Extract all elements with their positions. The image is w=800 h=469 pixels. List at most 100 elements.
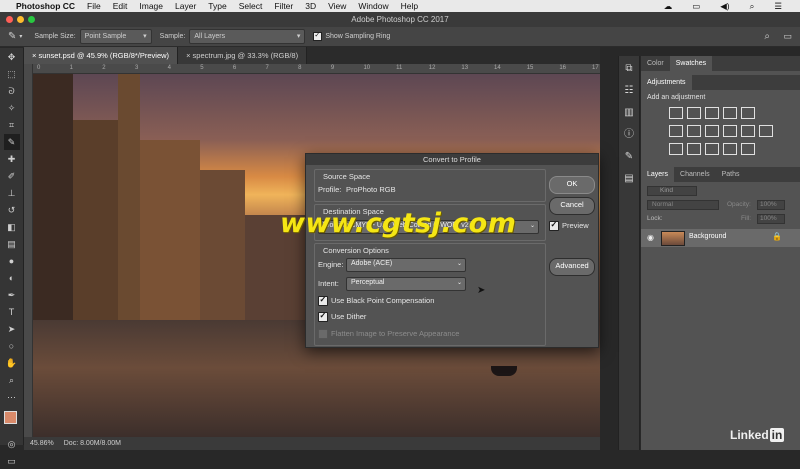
- clone-stamp-icon[interactable]: ⊥: [4, 185, 20, 201]
- tab-color[interactable]: Color: [641, 56, 670, 71]
- color-balance-icon[interactable]: [687, 125, 701, 137]
- channel-mixer-icon[interactable]: [741, 125, 755, 137]
- path-select-icon[interactable]: ➤: [4, 321, 20, 337]
- exposure-adjustment-icon[interactable]: [723, 107, 737, 119]
- menu-file[interactable]: File: [87, 1, 101, 11]
- eyedropper-icon[interactable]: ✎: [8, 31, 16, 42]
- status-bar: 45.86% Doc: 8.00M/8.00M: [24, 437, 600, 450]
- info-panel-icon[interactable]: ⓘ: [622, 128, 636, 142]
- color-lookup-icon[interactable]: [759, 125, 773, 137]
- menu-3d[interactable]: 3D: [305, 1, 316, 11]
- cancel-button[interactable]: Cancel: [549, 197, 595, 215]
- hue-saturation-icon[interactable]: [669, 125, 683, 137]
- spotlight-icon[interactable]: ⌕: [750, 1, 755, 12]
- dodge-tool-icon[interactable]: ◐: [4, 270, 20, 286]
- history-panel-icon[interactable]: ⧉: [622, 62, 636, 76]
- black-white-icon[interactable]: [705, 125, 719, 137]
- healing-brush-icon[interactable]: ✚: [4, 151, 20, 167]
- menu-type[interactable]: Type: [208, 1, 226, 11]
- advanced-button[interactable]: Advanced: [549, 258, 595, 276]
- opacity-input[interactable]: 100%: [757, 200, 785, 210]
- menu-edit[interactable]: Edit: [113, 1, 128, 11]
- tab-paths[interactable]: Paths: [716, 167, 746, 182]
- levels-adjustment-icon[interactable]: [687, 107, 701, 119]
- menu-list-icon[interactable]: ☰: [774, 1, 782, 12]
- ok-button[interactable]: OK: [549, 176, 595, 194]
- intent-select[interactable]: Perceptual ⌄: [346, 277, 466, 291]
- brightness-adjustment-icon[interactable]: [669, 107, 683, 119]
- chevron-down-icon[interactable]: ▾: [19, 33, 22, 40]
- lasso-tool-icon[interactable]: ᘐ: [4, 83, 20, 99]
- levels-panel-icon[interactable]: ▥: [622, 106, 636, 120]
- history-brush-icon[interactable]: ↺: [4, 202, 20, 218]
- menu-image[interactable]: Image: [139, 1, 163, 11]
- notes-panel-icon[interactable]: ▤: [622, 172, 636, 186]
- move-tool-icon[interactable]: ✥: [4, 49, 20, 65]
- hand-tool-icon[interactable]: ✋: [4, 355, 20, 371]
- gradient-map-icon[interactable]: [741, 143, 755, 155]
- cast-icon[interactable]: ▭: [692, 1, 700, 12]
- zoom-tool-icon[interactable]: ⌕: [4, 372, 20, 388]
- preview-checkbox[interactable]: [549, 220, 559, 231]
- zoom-level[interactable]: 45.86%: [30, 440, 54, 447]
- sample-size-select[interactable]: Point Sample ▾: [79, 29, 152, 44]
- marquee-tool-icon[interactable]: ⬚: [4, 66, 20, 82]
- tab-spectrum[interactable]: × spectrum.jpg @ 33.3% (RGB/8): [178, 47, 308, 64]
- menu-layer[interactable]: Layer: [175, 1, 196, 11]
- menu-view[interactable]: View: [328, 1, 346, 11]
- zoom-window-button[interactable]: [28, 16, 35, 23]
- selective-color-icon[interactable]: [723, 143, 737, 155]
- crop-tool-icon[interactable]: ⌗: [4, 117, 20, 133]
- type-tool-icon[interactable]: T: [4, 304, 20, 320]
- screen-mode-icon[interactable]: ▭: [4, 453, 20, 469]
- gradient-tool-icon[interactable]: ▤: [4, 236, 20, 252]
- volume-icon[interactable]: ◀): [720, 1, 729, 12]
- search-icon[interactable]: ⌕: [764, 31, 770, 42]
- flatten-checkbox[interactable]: [318, 329, 328, 339]
- pen-tool-icon[interactable]: ✒: [4, 287, 20, 303]
- sample-select[interactable]: All Layers ▾: [189, 29, 306, 44]
- creative-cloud-icon[interactable]: ☁: [664, 1, 673, 12]
- layer-name[interactable]: Background: [689, 233, 726, 240]
- quick-select-tool-icon[interactable]: ✧: [4, 100, 20, 116]
- doc-size[interactable]: Doc: 8.00M/8.00M: [64, 440, 121, 447]
- menu-select[interactable]: Select: [239, 1, 263, 11]
- photo-filter-icon[interactable]: [723, 125, 737, 137]
- brush-panel-icon[interactable]: ✎: [622, 150, 636, 164]
- shape-tool-icon[interactable]: ○: [4, 338, 20, 354]
- foreground-color-swatch[interactable]: [4, 411, 17, 424]
- workspace-icon[interactable]: ▭: [783, 31, 792, 42]
- blend-mode-select[interactable]: Normal: [647, 200, 719, 210]
- ruler-tick-label: 5: [200, 65, 204, 71]
- curves-adjustment-icon[interactable]: [705, 107, 719, 119]
- black-point-checkbox[interactable]: [318, 295, 328, 306]
- eraser-tool-icon[interactable]: ◧: [4, 219, 20, 235]
- menu-help[interactable]: Help: [401, 1, 418, 11]
- close-window-button[interactable]: [6, 16, 13, 23]
- tab-layers[interactable]: Layers: [641, 167, 675, 182]
- brush-tool-icon[interactable]: ✐: [4, 168, 20, 184]
- tab-channels[interactable]: Channels: [674, 167, 716, 182]
- dither-checkbox[interactable]: [318, 311, 328, 322]
- fill-input[interactable]: 100%: [757, 214, 785, 224]
- layer-filter-select[interactable]: Kind: [647, 186, 697, 196]
- vibrance-adjustment-icon[interactable]: [741, 107, 755, 119]
- threshold-icon[interactable]: [705, 143, 719, 155]
- minimize-window-button[interactable]: [17, 16, 24, 23]
- menu-window[interactable]: Window: [358, 1, 388, 11]
- more-tools-icon[interactable]: ⋯: [4, 389, 20, 405]
- tab-swatches[interactable]: Swatches: [669, 56, 713, 71]
- eyedropper-tool-icon[interactable]: ✎: [3, 134, 20, 150]
- invert-icon[interactable]: [669, 143, 683, 155]
- menu-filter[interactable]: Filter: [274, 1, 293, 11]
- tab-adjustments[interactable]: Adjustments: [641, 75, 692, 90]
- engine-select[interactable]: Adobe (ACE) ⌄: [346, 258, 466, 272]
- layer-row[interactable]: ◉ Background 🔒: [641, 229, 800, 247]
- posterize-icon[interactable]: [687, 143, 701, 155]
- properties-panel-icon[interactable]: ☷: [622, 84, 636, 98]
- blur-tool-icon[interactable]: ●: [4, 253, 20, 269]
- show-sampling-ring-checkbox[interactable]: [313, 31, 323, 41]
- visibility-eye-icon[interactable]: ◉: [647, 233, 654, 242]
- tab-sunset[interactable]: × sunset.psd @ 45.9% (RGB/8*/Preview): [24, 47, 179, 64]
- app-menu[interactable]: Photoshop CC: [16, 1, 75, 11]
